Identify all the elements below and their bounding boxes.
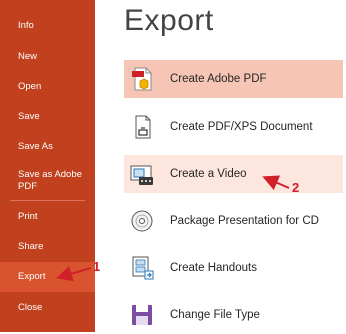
create-video-option[interactable]: Create a Video	[124, 155, 343, 193]
option-label: Change File Type	[170, 309, 260, 321]
sidebar-item-open[interactable]: Open	[0, 81, 95, 93]
video-icon	[130, 165, 153, 185]
sidebar-item-print[interactable]: Print	[0, 211, 95, 223]
cd-icon	[131, 210, 153, 232]
sidebar-item-save-as[interactable]: Save As	[0, 141, 95, 153]
sidebar-item-export[interactable]: Export	[0, 262, 95, 292]
adobe-pdf-icon	[132, 67, 152, 91]
sidebar-item-new[interactable]: New	[0, 51, 95, 63]
file-type-icon	[132, 305, 152, 325]
pdf-xps-document-icon	[135, 115, 151, 139]
create-pdf-xps-option[interactable]: Create PDF/XPS Document	[124, 108, 343, 146]
option-label: Create PDF/XPS Document	[170, 121, 313, 133]
sidebar-item-save-as-adobe-pdf[interactable]: Save as Adobe PDF	[0, 169, 95, 193]
page-title: Export	[124, 4, 214, 37]
sidebar-divider	[10, 200, 85, 201]
sidebar-item-save[interactable]: Save	[0, 111, 95, 123]
annotation-marker-2: 2	[292, 180, 300, 195]
option-label: Create Adobe PDF	[170, 73, 267, 85]
sidebar-item-close[interactable]: Close	[0, 302, 95, 314]
package-presentation-cd-option[interactable]: Package Presentation for CD	[124, 202, 343, 240]
option-label: Create Handouts	[170, 262, 257, 274]
handouts-icon	[132, 256, 154, 280]
option-label: Package Presentation for CD	[170, 215, 319, 227]
sidebar-item-share[interactable]: Share	[0, 241, 95, 253]
create-handouts-option[interactable]: Create Handouts	[124, 249, 343, 287]
backstage-sidebar: Info New Open Save Save As Save as Adobe…	[0, 0, 95, 332]
option-label: Create a Video	[170, 168, 247, 180]
create-adobe-pdf-option[interactable]: Create Adobe PDF	[124, 60, 343, 98]
change-file-type-option[interactable]: Change File Type	[124, 296, 343, 334]
sidebar-item-info[interactable]: Info	[0, 20, 95, 32]
annotation-marker-1: 1	[93, 259, 101, 274]
